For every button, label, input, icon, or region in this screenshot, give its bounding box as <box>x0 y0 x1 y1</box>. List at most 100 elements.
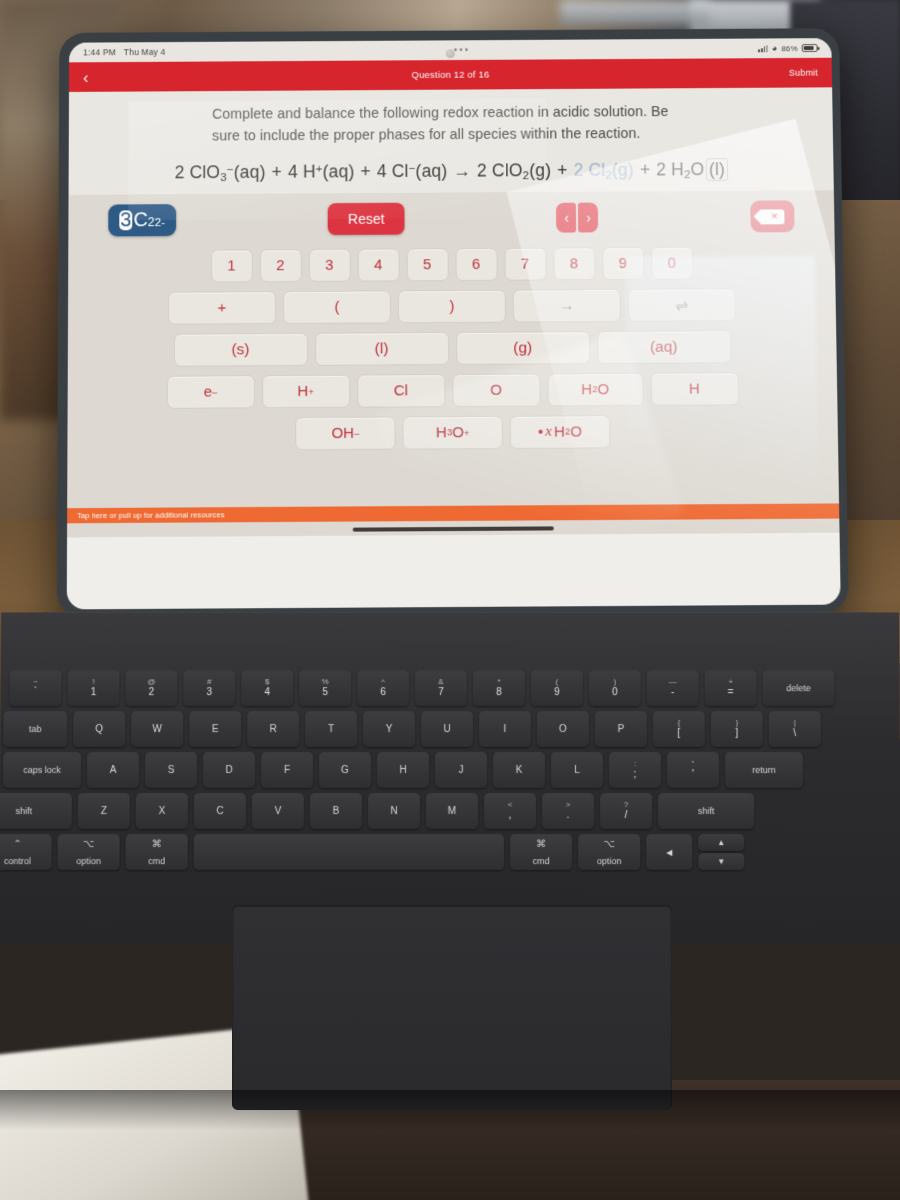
key-i[interactable]: I <box>478 711 531 748</box>
key-7[interactable]: & 7 <box>415 670 467 707</box>
trackpad[interactable] <box>232 905 672 1110</box>
key-op-equilibrium[interactable]: ⇌ <box>627 288 737 323</box>
key-y[interactable]: Y <box>363 711 416 748</box>
key-minus[interactable]: — - <box>646 670 699 707</box>
key-3[interactable]: #3 <box>183 670 236 707</box>
backspace-delete-icon[interactable]: ✕ <box>750 200 795 233</box>
key-0[interactable]: ) 0 <box>588 670 641 707</box>
key-bracket-open[interactable]: {[ <box>652 711 705 748</box>
key-v[interactable]: V <box>251 793 304 830</box>
key-m[interactable]: M <box>425 793 479 830</box>
answer-chip-coefficient[interactable]: 3 <box>119 210 133 231</box>
key-arrow-up[interactable]: ▲ <box>698 834 745 852</box>
equation-cursor-box[interactable]: (l) <box>705 158 729 182</box>
key-arrow-left[interactable]: ◀ <box>646 834 693 871</box>
key-phase-solid[interactable]: (s) <box>173 333 308 367</box>
key-l[interactable]: L <box>550 752 604 789</box>
key-q[interactable]: Q <box>73 711 126 748</box>
key-period[interactable]: >. <box>542 793 595 830</box>
key-species-oxygen[interactable]: O <box>451 373 541 408</box>
key-slash[interactable]: ? / <box>600 793 653 830</box>
key-op-paren-open[interactable]: ( <box>282 290 392 325</box>
key-p[interactable]: P <box>594 711 647 748</box>
key-k[interactable]: K <box>492 752 546 789</box>
key-2[interactable]: @2 <box>125 670 178 707</box>
key-1[interactable]: ! 1 <box>67 670 120 707</box>
key-comma[interactable]: <, <box>484 793 537 830</box>
cursor-next-button[interactable]: › <box>578 202 599 233</box>
key-num-5[interactable]: 5 <box>406 248 449 282</box>
additional-resources-bar[interactable]: Tap here or pull up for additional resou… <box>67 503 840 524</box>
key-caps-lock[interactable]: caps lock <box>2 752 82 789</box>
key-w[interactable]: W <box>131 711 184 748</box>
key-num-8[interactable]: 8 <box>552 247 596 281</box>
key-space[interactable] <box>193 834 505 871</box>
key-f[interactable]: F <box>260 752 314 789</box>
key-num-2[interactable]: 2 <box>259 249 302 283</box>
key-num-0[interactable]: 0 <box>650 246 693 281</box>
key-4[interactable]: $4 <box>241 670 294 707</box>
key-phase-aqueous[interactable]: (aq) <box>596 330 732 365</box>
key-g[interactable]: G <box>318 752 372 789</box>
key-n[interactable]: N <box>367 793 420 830</box>
back-button[interactable]: ‹ <box>83 68 89 87</box>
key-species-hydrogen[interactable]: H <box>650 372 739 407</box>
key-return[interactable]: return <box>724 752 804 789</box>
key-arrow-down[interactable]: ▼ <box>698 853 745 871</box>
answer-chip[interactable]: 3 C 2 2- <box>108 204 176 237</box>
key-r[interactable]: R <box>247 711 300 748</box>
key-op-paren-close[interactable]: ) <box>397 289 507 324</box>
key-species-hydroxide[interactable]: OH – <box>295 416 396 451</box>
key-semicolon[interactable]: :; <box>608 752 662 789</box>
home-indicator[interactable] <box>352 526 554 532</box>
key-e[interactable]: E <box>189 711 242 748</box>
key-num-9[interactable]: 9 <box>601 247 645 281</box>
key-6[interactable]: ^ 6 <box>357 670 410 707</box>
key-backtick[interactable]: ~ ` <box>9 670 62 707</box>
key-num-4[interactable]: 4 <box>357 248 400 282</box>
key-command-right[interactable]: ⌘ cmd <box>510 834 573 871</box>
key-species-electron[interactable]: e – <box>166 375 255 410</box>
key-num-7[interactable]: 7 <box>503 247 547 281</box>
key-b[interactable]: B <box>309 793 362 830</box>
key-species-chlorine[interactable]: Cl <box>356 374 446 408</box>
key-5[interactable]: % 5 <box>299 670 352 707</box>
key-h[interactable]: H <box>376 752 430 789</box>
key-option-left[interactable]: ⌥ option <box>57 834 120 871</box>
key-species-hydronium[interactable]: H 3 O + <box>402 416 503 450</box>
key-t[interactable]: T <box>305 711 358 748</box>
answer-equation[interactable]: 2 ClO3−(aq) + 4 H+(aq) + 4 Cl−(aq) → 2 C… <box>102 158 799 185</box>
key-8[interactable]: * 8 <box>472 670 525 707</box>
key-shift-right[interactable]: shift <box>658 793 755 830</box>
key-bracket-close[interactable]: }] <box>710 711 763 748</box>
key-command-left[interactable]: ⌘ cmd <box>125 834 188 871</box>
key-species-hydrate[interactable]: • x H 2 O <box>509 415 611 450</box>
key-a[interactable]: A <box>86 752 140 789</box>
key-phase-gas[interactable]: (g) <box>455 331 590 366</box>
key-num-6[interactable]: 6 <box>455 248 498 282</box>
key-tab[interactable]: tab <box>3 711 68 748</box>
key-option-right[interactable]: ⌥ option <box>578 834 641 871</box>
key-o[interactable]: O <box>536 711 589 748</box>
key-op-arrow[interactable]: → <box>512 289 622 323</box>
key-d[interactable]: D <box>202 752 256 789</box>
key-quote[interactable]: " ' <box>666 752 720 789</box>
key-shift-left[interactable]: shift <box>0 793 72 830</box>
key-z[interactable]: Z <box>77 793 130 830</box>
key-9[interactable]: (9 <box>530 670 583 707</box>
key-s[interactable]: S <box>144 752 198 789</box>
key-equals[interactable]: + = <box>704 670 757 707</box>
key-u[interactable]: U <box>421 711 473 748</box>
key-num-3[interactable]: 3 <box>308 248 351 283</box>
key-num-1[interactable]: 1 <box>210 249 253 283</box>
key-x[interactable]: X <box>135 793 188 830</box>
cursor-prev-button[interactable]: ‹ <box>556 202 577 233</box>
key-phase-liquid[interactable]: (l) <box>314 332 449 367</box>
submit-button[interactable]: Submit <box>789 68 818 78</box>
key-species-hydrogen-ion[interactable]: H + <box>261 374 350 409</box>
reset-button[interactable]: Reset <box>328 202 405 236</box>
multitask-dots-icon[interactable]: ••• <box>454 45 470 56</box>
key-backslash[interactable]: | \ <box>768 711 821 748</box>
key-control[interactable]: ⌃ control <box>0 834 52 871</box>
key-op-plus[interactable]: + <box>167 291 277 325</box>
